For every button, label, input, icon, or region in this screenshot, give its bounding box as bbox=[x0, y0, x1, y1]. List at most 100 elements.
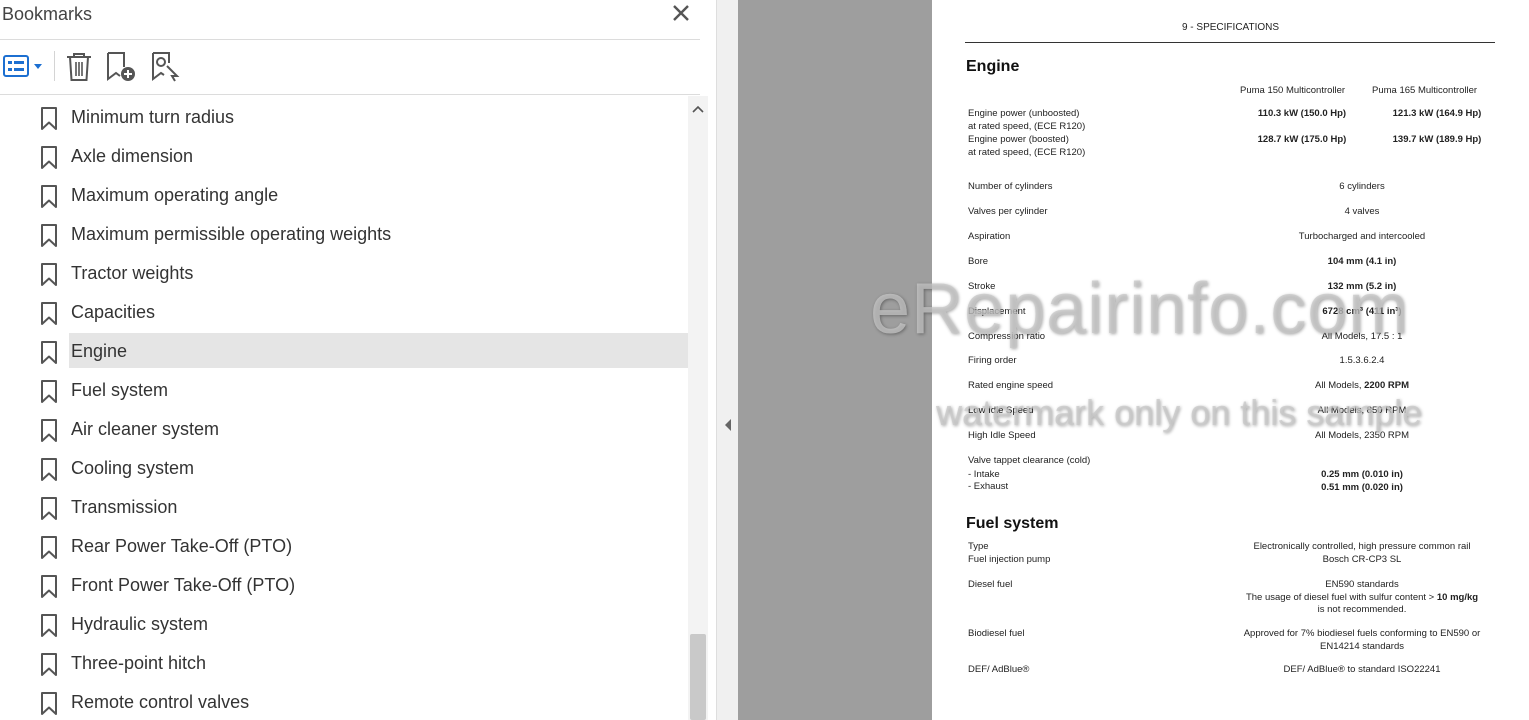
spec-label: DEF/ AdBlue® bbox=[968, 664, 1030, 675]
section-title-fuel: Fuel system bbox=[966, 515, 1059, 532]
spec-value: 121.3 kW (164.9 Hp) bbox=[1392, 108, 1482, 119]
bookmark-icon bbox=[41, 575, 57, 598]
spec-label: Type Fuel injection pump bbox=[968, 541, 1051, 565]
spec-value: Turbocharged and intercooled bbox=[1298, 231, 1426, 242]
column-header-puma165: Puma 165 Multicontroller bbox=[1372, 85, 1478, 96]
panel-header: Bookmarks bbox=[0, 0, 700, 40]
bookmark-label: Maximum operating angle bbox=[71, 185, 279, 205]
spec-value: 139.7 kW (189.9 Hp) bbox=[1392, 134, 1482, 145]
bookmark-label: Remote control valves bbox=[71, 692, 250, 712]
bookmark-item[interactable]: Front Power Take-Off (PTO) bbox=[0, 567, 688, 603]
spec-label: Engine power (boosted) at rated speed, (… bbox=[968, 134, 1086, 158]
bookmark-icon bbox=[41, 380, 57, 403]
bookmark-icon bbox=[41, 458, 57, 481]
bookmark-label: Rear Power Take-Off (PTO) bbox=[71, 536, 293, 556]
bookmark-icon bbox=[41, 263, 57, 286]
panel-splitter[interactable] bbox=[716, 0, 738, 720]
spec-value: Approved for 7% biodiesel fuels conformi… bbox=[1243, 628, 1481, 652]
spec-label: Biodiesel fuel bbox=[968, 628, 1025, 639]
bookmark-item[interactable]: Hydraulic system bbox=[0, 606, 688, 642]
bookmark-item[interactable]: Three-point hitch bbox=[0, 645, 688, 681]
document-page: 9 - SPECIFICATIONS Engine Puma 150 Multi… bbox=[932, 0, 1529, 720]
bookmark-item[interactable]: Capacities bbox=[0, 294, 688, 330]
selection-highlight bbox=[69, 333, 688, 368]
bookmark-label: Engine bbox=[71, 341, 128, 361]
spec-value: 132 mm (5.2 in) bbox=[1327, 281, 1397, 292]
bookmark-label: Front Power Take-Off (PTO) bbox=[71, 575, 296, 595]
delete-bookmark-button[interactable] bbox=[64, 51, 94, 83]
bookmark-item[interactable]: Maximum operating angle bbox=[0, 177, 688, 213]
bookmarks-toolbar bbox=[0, 41, 700, 95]
spec-label: Valves per cylinder bbox=[968, 206, 1048, 217]
bookmark-label: Transmission bbox=[71, 497, 178, 517]
bookmark-label: Cooling system bbox=[71, 458, 195, 478]
spec-value: 128.7 kW (175.0 Hp) bbox=[1257, 134, 1347, 145]
bookmark-icon bbox=[41, 146, 57, 169]
toolbar-separator bbox=[54, 51, 55, 81]
bookmark-item[interactable]: Air cleaner system bbox=[0, 411, 688, 447]
spec-value: All Models, 2200 RPM bbox=[1315, 380, 1409, 391]
bookmark-label: Fuel system bbox=[71, 380, 169, 400]
bookmark-icon bbox=[41, 536, 57, 559]
spec-label: High Idle Speed bbox=[968, 430, 1036, 441]
bookmark-label: Minimum turn radius bbox=[71, 107, 235, 127]
new-bookmark-button[interactable] bbox=[104, 51, 138, 83]
bookmark-item[interactable]: Rear Power Take-Off (PTO) bbox=[0, 528, 688, 564]
collapse-panel-icon[interactable] bbox=[723, 418, 733, 432]
spec-value: 6728 cm³ (411 in³) bbox=[1322, 306, 1402, 317]
spec-label: Compression ratio bbox=[968, 331, 1046, 342]
bookmark-list: Minimum turn radius Axle dimension Maximum… bbox=[0, 96, 688, 720]
spec-value: 0.25 mm (0.010 in) bbox=[1321, 469, 1403, 480]
page-header: 9 - SPECIFICATIONS bbox=[1181, 22, 1280, 33]
bookmark-item[interactable]: Axle dimension bbox=[0, 138, 688, 174]
scrollbar-thumb[interactable] bbox=[690, 634, 706, 720]
spec-label: Engine power (unboosted) at rated speed,… bbox=[968, 108, 1086, 132]
spec-label: Aspiration bbox=[968, 231, 1011, 242]
spec-label: Stroke bbox=[968, 281, 996, 292]
bookmark-item[interactable]: Transmission bbox=[0, 489, 688, 525]
spec-value: 1.5.3.6.2.4 bbox=[1339, 355, 1385, 366]
spec-value: 110.3 kW (150.0 Hp) bbox=[1257, 108, 1347, 119]
bookmark-item[interactable]: Fuel system bbox=[0, 372, 688, 408]
spec-value: 0.51 mm (0.020 in) bbox=[1321, 482, 1403, 493]
bookmark-label: Hydraulic system bbox=[71, 614, 209, 634]
spec-label: Low Idle Speed bbox=[968, 405, 1034, 416]
bookmark-icon bbox=[41, 614, 57, 637]
bookmark-item[interactable]: Minimum turn radius bbox=[0, 99, 688, 135]
bookmark-label: Capacities bbox=[71, 302, 156, 322]
bookmark-icon bbox=[41, 419, 57, 442]
spec-label: Bore bbox=[968, 256, 989, 267]
document-background bbox=[738, 0, 932, 720]
spec-label: Number of cylinders bbox=[968, 181, 1053, 192]
bookmark-item[interactable]: Cooling system bbox=[0, 450, 688, 486]
bookmark-item[interactable]: Maximum permissible operating weights bbox=[0, 216, 688, 252]
spec-value: EN590 standards The usage of diesel fuel… bbox=[1245, 579, 1479, 615]
bookmark-label: Maximum permissible operating weights bbox=[71, 224, 392, 244]
add-bookmark-icon bbox=[107, 52, 135, 81]
find-bookmark-icon bbox=[152, 52, 180, 82]
find-bookmark-button[interactable] bbox=[150, 51, 182, 83]
bookmarks-panel: Bookmarks Minimum turn radius Axle dimen… bbox=[0, 0, 716, 720]
bookmark-item[interactable]: Engine bbox=[0, 333, 688, 369]
header-rule bbox=[965, 42, 1495, 43]
spec-value: All Models, 850 RPM bbox=[1317, 405, 1407, 416]
scroll-up-icon[interactable] bbox=[691, 104, 705, 114]
bookmark-label: Tractor weights bbox=[71, 263, 194, 283]
bookmark-icon bbox=[41, 692, 57, 715]
list-options-icon bbox=[3, 55, 42, 77]
bookmark-item[interactable]: Tractor weights bbox=[0, 255, 688, 291]
bookmark-icon bbox=[41, 185, 57, 208]
spec-value: All Models, 2350 RPM bbox=[1315, 430, 1409, 441]
spec-label: Displacement bbox=[968, 306, 1026, 317]
spec-value: DEF/ AdBlue® to standard ISO22241 bbox=[1283, 664, 1441, 675]
bookmark-scrollbar[interactable] bbox=[688, 96, 708, 720]
spec-value: 104 mm (4.1 in) bbox=[1327, 256, 1397, 267]
options-menu-button[interactable] bbox=[3, 51, 45, 83]
close-panel-button[interactable] bbox=[670, 2, 692, 24]
spec-value: All Models, 17.5 : 1 bbox=[1321, 331, 1403, 342]
bookmark-label: Axle dimension bbox=[71, 146, 194, 166]
bookmark-icon bbox=[41, 302, 57, 325]
spec-label: Rated engine speed bbox=[968, 380, 1054, 391]
bookmark-item[interactable]: Remote control valves bbox=[0, 684, 688, 720]
close-icon bbox=[673, 5, 689, 21]
